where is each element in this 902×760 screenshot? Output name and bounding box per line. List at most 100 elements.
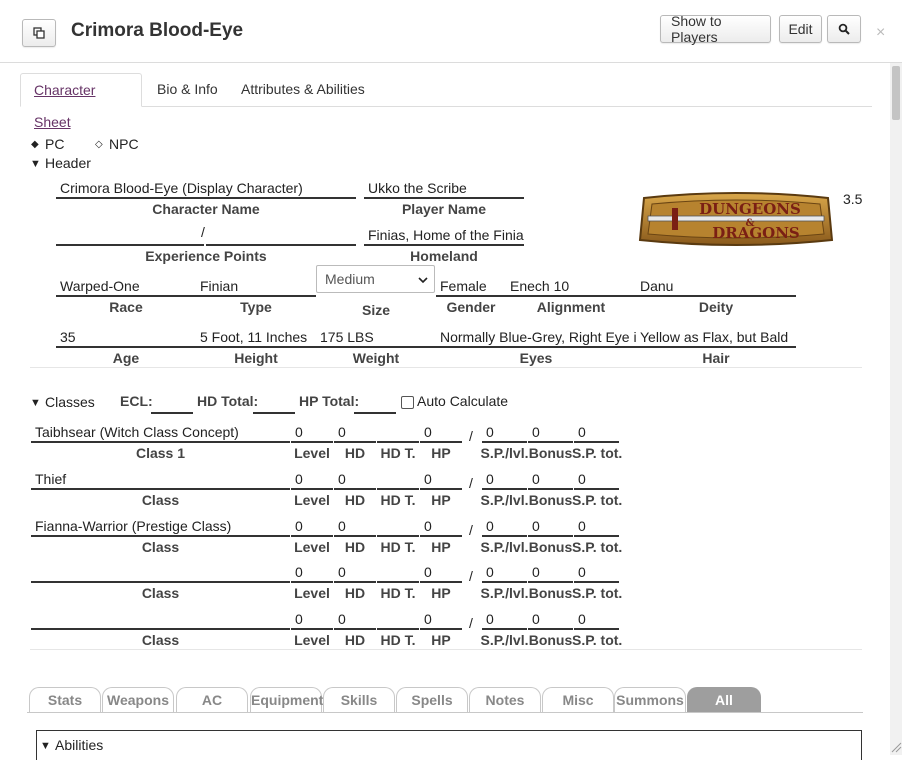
class-name-field[interactable]: Thief — [31, 468, 290, 490]
eyes-label: Eyes — [519, 350, 553, 366]
eyes-field[interactable]: Normally Blue-Grey, Right Eye is — [436, 326, 636, 348]
resize-grip-icon[interactable] — [890, 741, 902, 753]
class-col-label-hd: HD — [344, 632, 366, 648]
abilities-label: Abilities — [55, 737, 104, 753]
class-sp-per-level-field[interactable]: 0 — [482, 608, 527, 630]
class-hd-t-field[interactable] — [377, 515, 419, 537]
experience-current-field[interactable] — [56, 224, 204, 246]
class-hd-t-field[interactable] — [377, 608, 419, 630]
race-field[interactable]: Warped-One — [56, 275, 196, 297]
class-hd-t-field[interactable] — [377, 468, 419, 490]
class-hd-field[interactable]: 0 — [334, 515, 376, 537]
search-button[interactable] — [827, 15, 861, 43]
ecl-field[interactable] — [151, 392, 193, 414]
scrollbar-track[interactable] — [890, 63, 902, 755]
pc-radio-icon[interactable]: ◆ — [31, 139, 39, 150]
sheet-tab-ac[interactable]: AC — [176, 687, 248, 713]
class-col-label-hd: HD — [344, 539, 366, 555]
class-bonus-field[interactable]: 0 — [528, 561, 573, 583]
class-name-field[interactable] — [31, 561, 290, 583]
class-sp-per-level-field[interactable]: 0 — [482, 561, 527, 583]
class-sp-per-level-field[interactable]: 0 — [482, 515, 527, 537]
hd-total-field[interactable] — [253, 392, 295, 414]
class-hd-t-field[interactable] — [377, 421, 419, 443]
class-col-label-hdt: HD T. — [380, 539, 416, 555]
class-hd-field[interactable]: 0 — [334, 561, 376, 583]
class-name-field[interactable] — [31, 608, 290, 630]
character-name-field[interactable]: Crimora Blood-Eye (Display Character) — [56, 177, 356, 199]
player-name-field[interactable]: Ukko the Scribe — [364, 177, 524, 199]
class-col-label-level: Level — [294, 445, 330, 461]
search-icon — [838, 23, 850, 35]
class-sp-per-level-field[interactable]: 0 — [482, 421, 527, 443]
auto-calculate-checkbox[interactable] — [401, 396, 414, 409]
class-hp-field[interactable]: 0 — [420, 608, 462, 630]
header-collapse-icon[interactable]: ▼ — [30, 158, 41, 170]
sheet-tab-skills[interactable]: Skills — [323, 687, 395, 713]
class-col-label-hdt: HD T. — [380, 492, 416, 508]
sheet-tab-equipment[interactable]: Equipment — [250, 687, 323, 713]
weight-field[interactable]: 175 LBS — [316, 326, 436, 348]
tab-character-sheet[interactable]: Character Sheet — [20, 73, 142, 130]
homeland-field[interactable]: Finias, Home of the Finian — [364, 224, 524, 246]
size-select[interactable]: Medium — [316, 265, 435, 293]
class-hd-t-field[interactable] — [377, 561, 419, 583]
class-name-field[interactable]: Fianna-Warrior (Prestige Class) — [31, 515, 290, 537]
edit-button[interactable]: Edit — [779, 15, 822, 43]
close-icon[interactable]: × — [876, 24, 885, 42]
class-hp-field[interactable]: 0 — [420, 561, 462, 583]
classes-collapse-icon[interactable]: ▼ — [30, 397, 41, 409]
class-sp-total-field[interactable]: 0 — [574, 421, 619, 443]
class-level-field[interactable]: 0 — [291, 468, 333, 490]
npc-radio-icon[interactable]: ◇ — [95, 139, 103, 150]
class-bonus-field[interactable]: 0 — [528, 421, 573, 443]
class-bonus-field[interactable]: 0 — [528, 468, 573, 490]
tab-attributes-abilities[interactable]: Attributes & Abilities — [228, 73, 378, 107]
class-hd-field[interactable]: 0 — [334, 468, 376, 490]
class-hd-field[interactable]: 0 — [334, 421, 376, 443]
class-name-field[interactable]: Taibhsear (Witch Class Concept) — [31, 421, 290, 443]
sheet-tab-weapons[interactable]: Weapons — [102, 687, 174, 713]
deity-field[interactable]: Danu — [636, 275, 796, 297]
class-sp-total-field[interactable]: 0 — [574, 515, 619, 537]
class-sp-per-level-field[interactable]: 0 — [482, 468, 527, 490]
sheet-tab-spells[interactable]: Spells — [396, 687, 468, 713]
sheet-tab-summons[interactable]: Summons — [614, 687, 686, 713]
class-sp-total-field[interactable]: 0 — [574, 561, 619, 583]
class-level-field[interactable]: 0 — [291, 421, 333, 443]
class-sp-total-field[interactable]: 0 — [574, 468, 619, 490]
class-col-label-hdt: HD T. — [380, 445, 416, 461]
sheet-tab-notes[interactable]: Notes — [469, 687, 541, 713]
popout-button[interactable] — [22, 19, 56, 47]
abilities-collapse-icon[interactable]: ▼ — [40, 740, 51, 752]
class-level-field[interactable]: 0 — [291, 561, 333, 583]
tab-bio-info[interactable]: Bio & Info — [144, 73, 231, 107]
type-field[interactable]: Finian — [196, 275, 316, 297]
gender-field[interactable]: Female — [436, 275, 506, 297]
hp-total-field[interactable] — [354, 392, 396, 414]
age-field[interactable]: 35 — [56, 326, 196, 348]
class-bonus-field[interactable]: 0 — [528, 608, 573, 630]
height-field[interactable]: 5 Foot, 11 Inches — [196, 326, 316, 348]
class-col-label-level: Level — [294, 585, 330, 601]
class-level-field[interactable]: 0 — [291, 515, 333, 537]
experience-next-field[interactable] — [206, 224, 356, 246]
class-hp-field[interactable]: 0 — [420, 421, 462, 443]
class-col-label-sptot: S.P. tot. — [572, 585, 623, 601]
sheet-tab-all[interactable]: All — [687, 687, 761, 713]
class-hp-field[interactable]: 0 — [420, 515, 462, 537]
class-bonus-field[interactable]: 0 — [528, 515, 573, 537]
character-name-label: Character Name — [152, 201, 260, 217]
class-slash: / — [469, 475, 473, 491]
alignment-field[interactable]: Enech 10 — [506, 275, 636, 297]
class-col-label-sptot: S.P. tot. — [572, 539, 623, 555]
sheet-tab-stats[interactable]: Stats — [29, 687, 101, 713]
class-sp-total-field[interactable]: 0 — [574, 608, 619, 630]
class-hp-field[interactable]: 0 — [420, 468, 462, 490]
hair-field[interactable]: Yellow as Flax, but Bald — [636, 326, 796, 348]
sheet-tab-misc[interactable]: Misc — [542, 687, 614, 713]
show-to-players-button[interactable]: Show to Players — [660, 13, 771, 45]
class-level-field[interactable]: 0 — [291, 608, 333, 630]
class-hd-field[interactable]: 0 — [334, 608, 376, 630]
scrollbar-thumb[interactable] — [892, 66, 900, 120]
